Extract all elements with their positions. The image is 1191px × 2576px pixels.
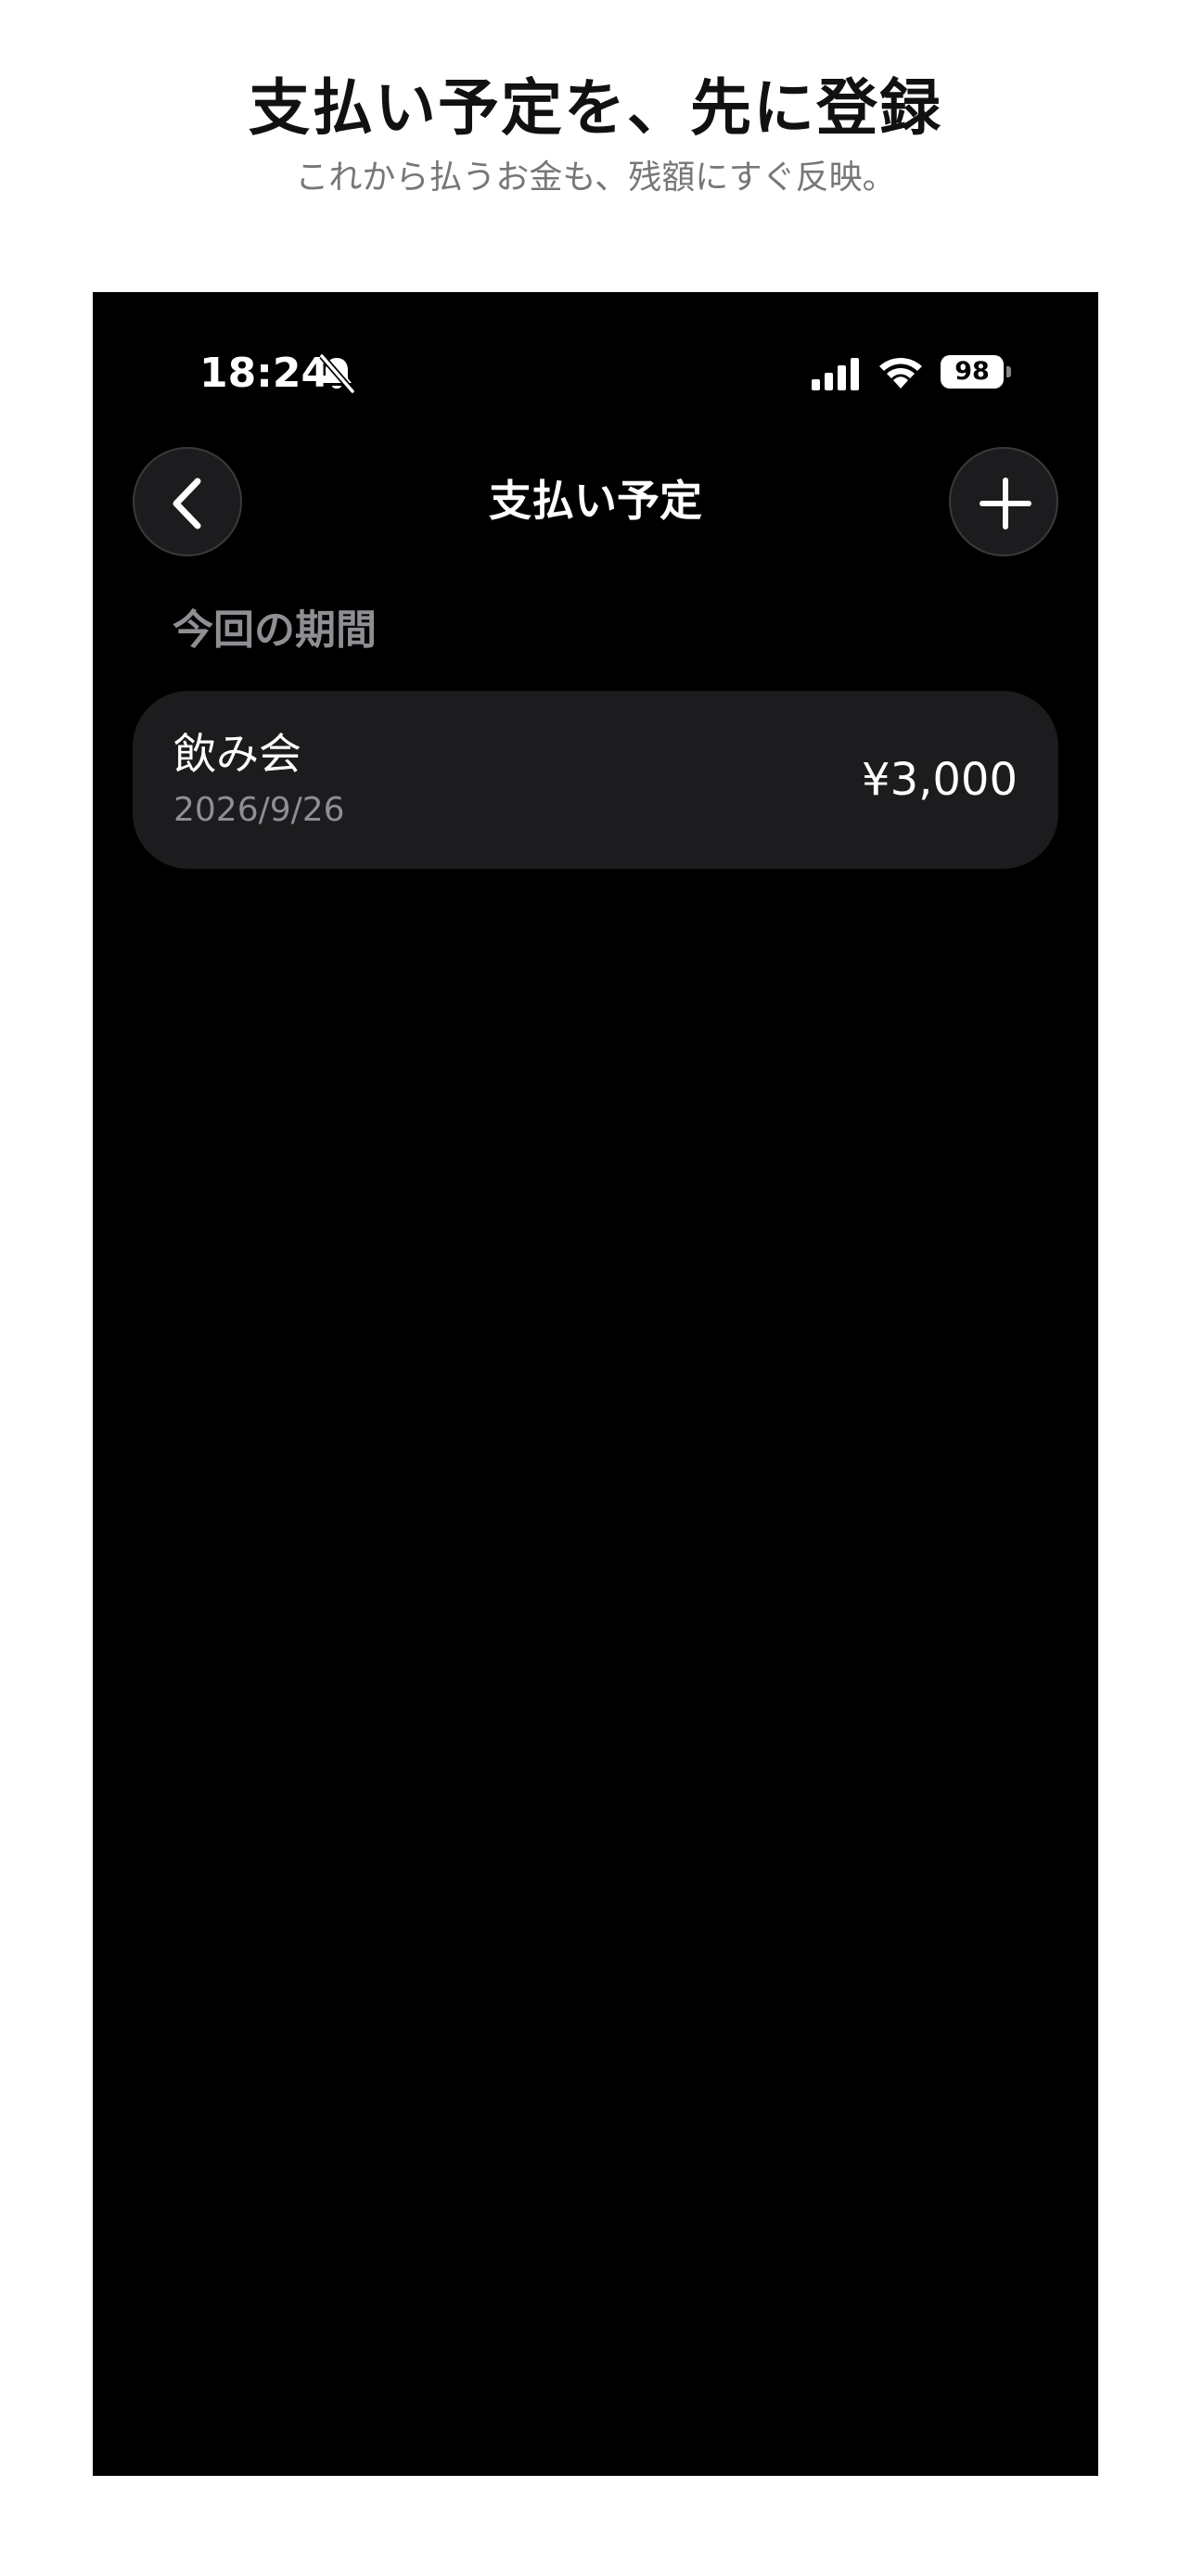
phone-screen: 18:24 98 支払い予定 今回の期間 飲み会 2026/9/26 ¥3,00… (93, 292, 1098, 2476)
battery-nub (1006, 366, 1011, 377)
page-title: 支払い予定 (489, 476, 702, 526)
add-payment-button[interactable] (949, 447, 1058, 556)
bell-slash-icon (319, 353, 355, 394)
payment-list-item[interactable]: 飲み会 2026/9/26 ¥3,000 (133, 691, 1058, 869)
battery-icon: 98 (941, 355, 1004, 389)
payment-name: 飲み会 (173, 729, 301, 779)
promo-subtitle: これから払うお金も、残額にすぐ反映。 (295, 159, 896, 197)
section-label-current-period: 今回の期間 (173, 606, 377, 654)
payment-date: 2026/9/26 (173, 791, 345, 829)
plus-icon (980, 478, 1031, 529)
cellular-signal-icon (812, 358, 859, 390)
wifi-icon (879, 358, 922, 389)
promo-title: 支払い予定を、先に登録 (249, 72, 942, 144)
payment-amount: ¥3,000 (862, 754, 1018, 806)
status-time: 18:24 (199, 350, 330, 397)
status-bar: 18:24 98 (93, 292, 1098, 450)
